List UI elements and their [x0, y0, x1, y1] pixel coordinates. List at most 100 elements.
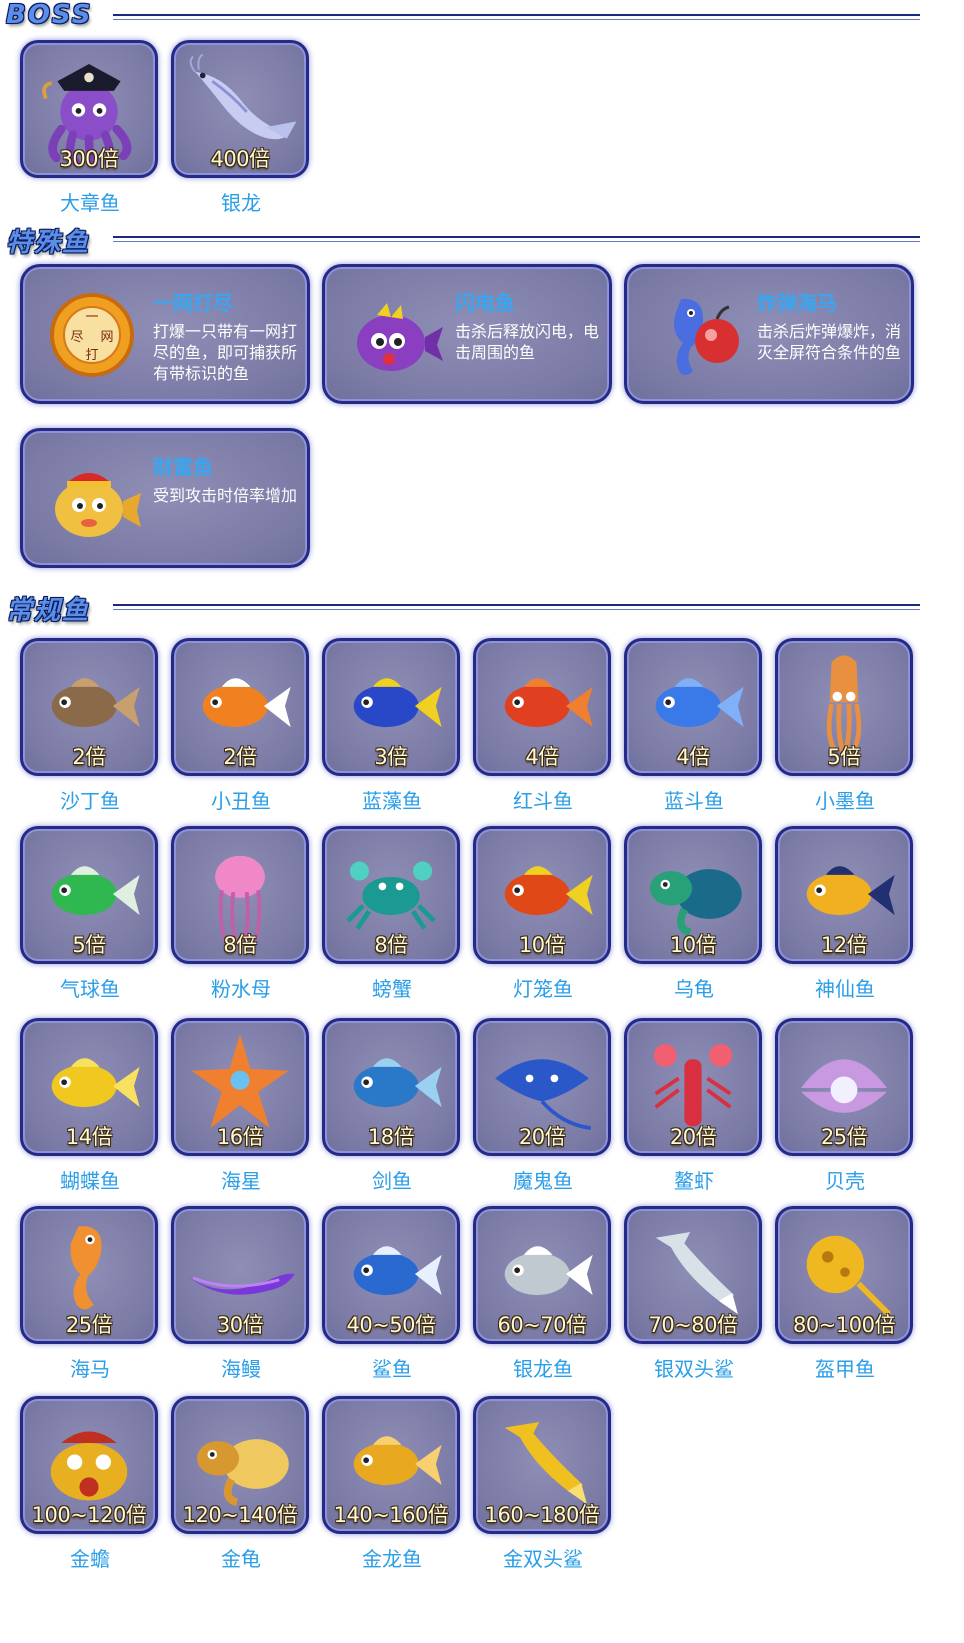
- fish-name: 神仙鱼: [815, 977, 875, 1001]
- section-header-special: 特殊鱼: [0, 222, 920, 258]
- svg-text:一: 一: [85, 310, 98, 325]
- fish-card[interactable]: 5倍: [20, 826, 158, 964]
- fish-card[interactable]: 5倍: [775, 638, 913, 776]
- fish-card[interactable]: 4倍: [473, 638, 611, 776]
- fish-name: 海鳗: [221, 1357, 261, 1381]
- multiplier-label: 5倍: [827, 745, 861, 769]
- fish-name: 大章鱼: [60, 191, 120, 215]
- fish-name: 气球鱼: [60, 977, 120, 1001]
- multiplier-label: 10倍: [669, 933, 717, 957]
- fish-name: 蓝斗鱼: [664, 789, 724, 813]
- multiplier-label: 18倍: [367, 1125, 415, 1149]
- fish-card[interactable]: 2倍: [171, 638, 309, 776]
- fish-name: 鲨鱼: [372, 1357, 412, 1381]
- section-header-regular: 常规鱼: [0, 590, 920, 626]
- multiplier-label: 10倍: [518, 933, 566, 957]
- multiplier-label: 60~70倍: [497, 1313, 587, 1337]
- section-title: BOSS: [6, 0, 93, 30]
- fish-name: 盔甲鱼: [815, 1357, 875, 1381]
- fish-card[interactable]: 10倍: [473, 826, 611, 964]
- lightning-pufferfish-icon: [357, 303, 443, 371]
- multiplier-label: 2倍: [72, 745, 106, 769]
- multiplier-label: 300倍: [59, 147, 119, 171]
- multiplier-label: 140~160倍: [333, 1503, 449, 1527]
- multiplier-label: 25倍: [820, 1125, 868, 1149]
- multiplier-label: 3倍: [374, 745, 408, 769]
- section-header-boss: BOSS: [0, 0, 920, 34]
- fish-card[interactable]: 3倍: [322, 638, 460, 776]
- multiplier-label: 14倍: [65, 1125, 113, 1149]
- section-title: 特殊鱼: [6, 228, 91, 258]
- fish-name: 蝴蝶鱼: [60, 1169, 120, 1193]
- fish-name: 螃蟹: [372, 977, 412, 1001]
- multiplier-label: 20倍: [669, 1125, 717, 1149]
- fish-name: 小丑鱼: [211, 789, 271, 813]
- fish-card[interactable]: 120~140倍: [171, 1396, 309, 1534]
- fish-card[interactable]: 18倍: [322, 1018, 460, 1156]
- svg-text:尽: 尽: [70, 330, 83, 345]
- fish-card[interactable]: 20倍: [473, 1018, 611, 1156]
- bomb-seahorse-icon: [674, 298, 739, 375]
- fish-card[interactable]: 4倍: [624, 638, 762, 776]
- fish-card[interactable]: 70~80倍: [624, 1206, 762, 1344]
- multiplier-label: 80~100倍: [793, 1313, 895, 1337]
- multiplier-label: 25倍: [65, 1313, 113, 1337]
- fish-card[interactable]: 60~70倍: [473, 1206, 611, 1344]
- fish-name: 红斗鱼: [513, 789, 573, 813]
- fish-card[interactable]: 10倍: [624, 826, 762, 964]
- special-title: 一网打尽: [153, 291, 233, 315]
- section-divider: [113, 236, 920, 242]
- fish-name: 银双头鲨: [654, 1357, 734, 1381]
- fish-card[interactable]: 25倍: [775, 1018, 913, 1156]
- special-card[interactable]: 炸弹海马 击杀后炸弹爆炸，消灭全屏符合条件的鱼: [624, 264, 914, 404]
- multiplier-label: 12倍: [820, 933, 868, 957]
- fish-card[interactable]: 20倍: [624, 1018, 762, 1156]
- multiplier-label: 40~50倍: [346, 1313, 436, 1337]
- fish-card[interactable]: 100~120倍: [20, 1396, 158, 1534]
- multiplier-label: 20倍: [518, 1125, 566, 1149]
- fish-name: 金龟: [221, 1547, 261, 1571]
- multiplier-label: 160~180倍: [484, 1503, 600, 1527]
- svg-text:打: 打: [85, 348, 98, 363]
- fish-name: 贝壳: [825, 1169, 865, 1193]
- fish-name: 鳌虾: [674, 1169, 714, 1193]
- multiplier-label: 4倍: [525, 745, 559, 769]
- fish-name: 金双头鲨: [503, 1547, 583, 1571]
- svg-text:网: 网: [100, 330, 113, 345]
- fish-card[interactable]: 30倍: [171, 1206, 309, 1344]
- special-description: 击杀后释放闪电，电击周围的鱼: [455, 322, 600, 362]
- fish-card[interactable]: 8倍: [322, 826, 460, 964]
- multiplier-label: 8倍: [374, 933, 408, 957]
- boss-card[interactable]: 400倍: [171, 40, 309, 178]
- fish-card[interactable]: 160~180倍: [473, 1396, 611, 1534]
- special-card[interactable]: 财富鱼 受到攻击时倍率增加: [20, 428, 310, 568]
- special-card[interactable]: 闪电鱼 击杀后释放闪电，电击周围的鱼: [322, 264, 612, 404]
- fish-name: 灯笼鱼: [513, 977, 573, 1001]
- one-net-coin-icon: 一 尽 网 打: [50, 293, 134, 377]
- fish-card[interactable]: 80~100倍: [775, 1206, 913, 1344]
- fish-card[interactable]: 2倍: [20, 638, 158, 776]
- special-card[interactable]: 一 尽 网 打 一网打尽 打爆一只带有一网打尽的鱼，即可捕获所有带标识的鱼: [20, 264, 310, 404]
- multiplier-label: 120~140倍: [182, 1503, 298, 1527]
- special-title: 闪电鱼: [455, 291, 515, 315]
- fish-card[interactable]: 8倍: [171, 826, 309, 964]
- multiplier-label: 16倍: [216, 1125, 264, 1149]
- fish-card[interactable]: 40~50倍: [322, 1206, 460, 1344]
- fish-name: 魔鬼鱼: [513, 1169, 573, 1193]
- fish-name: 沙丁鱼: [60, 789, 120, 813]
- multiplier-label: 100~120倍: [31, 1503, 147, 1527]
- fish-card[interactable]: 12倍: [775, 826, 913, 964]
- fish-card[interactable]: 16倍: [171, 1018, 309, 1156]
- fortune-fish-icon: [55, 473, 141, 537]
- fish-name: 金龙鱼: [362, 1547, 422, 1571]
- fish-name: 粉水母: [211, 977, 271, 1001]
- fish-card[interactable]: 14倍: [20, 1018, 158, 1156]
- fish-card[interactable]: 25倍: [20, 1206, 158, 1344]
- multiplier-label: 30倍: [216, 1313, 264, 1337]
- fish-name: 金蟾: [70, 1547, 110, 1571]
- fish-name: 乌龟: [674, 977, 714, 1001]
- fish-card[interactable]: 140~160倍: [322, 1396, 460, 1534]
- fish-name: 剑鱼: [372, 1169, 412, 1193]
- special-description: 打爆一只带有一网打尽的鱼，即可捕获所有带标识的鱼: [153, 322, 298, 383]
- boss-card[interactable]: 300倍: [20, 40, 158, 178]
